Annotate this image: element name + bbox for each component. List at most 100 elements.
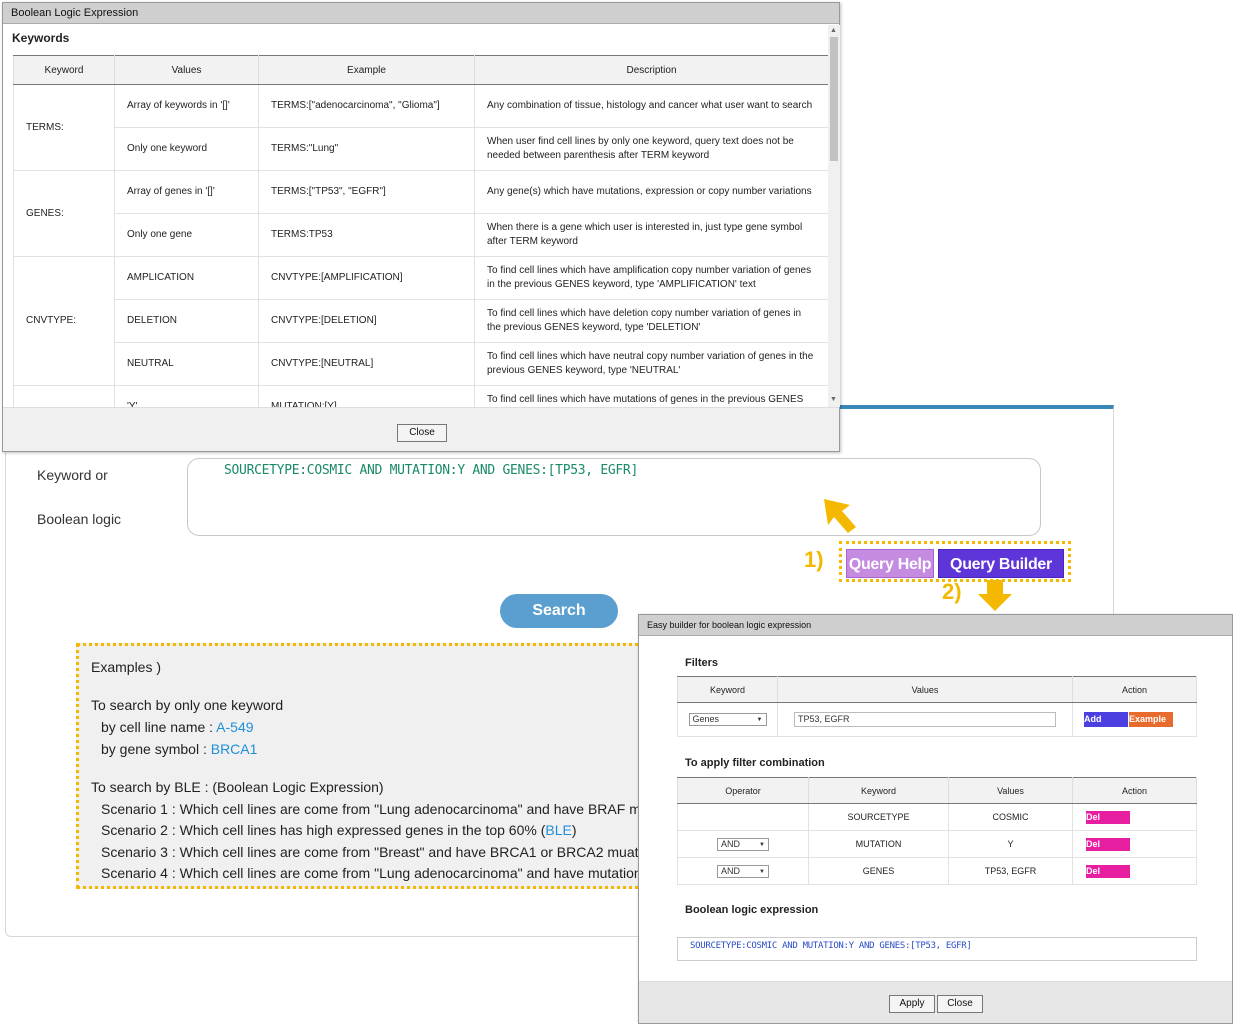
query-help-button[interactable]: Query Help [846, 549, 934, 578]
value-cell: Array of keywords in '[]' [114, 84, 259, 128]
combo-row: SOURCETYPE COSMIC Del [677, 803, 1197, 831]
col-keyword: Keyword [13, 55, 115, 85]
keyword-genes: GENES: [13, 170, 115, 257]
arrow-down-icon [978, 580, 1012, 611]
keywords-table: Keyword Values Example Description TERMS… [13, 55, 828, 407]
example-cell: CNVTYPE:[DELETION] [258, 299, 475, 343]
step-2-label: 2) [942, 579, 962, 604]
query-label-line2: Boolean logic [37, 511, 122, 527]
boolean-logic-help-dialog: Boolean Logic Expression Keywords Keywor… [2, 2, 840, 452]
scenario-3-text: Scenario 3 : Which cell lines are come f… [101, 844, 673, 860]
value-cell: AMPLICATION [114, 256, 259, 300]
value-cell: NEUTRAL [114, 342, 259, 386]
scenario-2-link[interactable]: BLE [545, 822, 571, 838]
table-row: Only one keyword TERMS:"Lung" When user … [14, 127, 828, 171]
operator-select[interactable]: AND [717, 837, 769, 851]
ble-heading: To search by BLE : (Boolean Logic Expres… [91, 779, 384, 795]
scenario-2-suffix: ) [571, 822, 577, 838]
filter-row: Genes TP53, EGFR AddExample [677, 702, 1197, 737]
cell-line-prefix: by cell line name : [101, 719, 217, 735]
combo-values: TP53, EGFR [948, 857, 1073, 885]
easy-builder-dialog: Easy builder for boolean logic expressio… [638, 614, 1233, 1024]
description-cell: When user find cell lines by only one ke… [474, 127, 828, 171]
keyword-mutation [13, 385, 115, 407]
arrow-up-icon [824, 499, 856, 533]
gene-link[interactable]: BRCA1 [211, 741, 258, 757]
combo-col-action: Action [1072, 777, 1197, 804]
combo-keyword: SOURCETYPE [808, 803, 949, 831]
example-cell: CNVTYPE:[AMPLIFICATION] [258, 256, 475, 300]
table-row: 'Y' MUTATION:[Y] To find cell lines whic… [13, 385, 828, 407]
ble-output-heading: Boolean logic expression [685, 904, 819, 916]
scenario-4[interactable]: Scenario 4 : Which cell lines are come f… [101, 865, 663, 881]
value-cell: Only one gene [114, 213, 259, 257]
search-button[interactable]: Search [500, 594, 618, 628]
scenario-3: Scenario 3 : Which cell lines are come f… [101, 844, 673, 860]
scroll-thumb[interactable] [830, 37, 838, 161]
col-example: Example [258, 55, 475, 85]
example-button[interactable]: Example [1129, 712, 1173, 727]
ble-output-field[interactable]: SOURCETYPE:COSMIC AND MUTATION:Y AND GEN… [677, 937, 1197, 961]
description-cell: Any gene(s) which have mutations, expres… [474, 170, 828, 214]
help-dialog-footer: Close [3, 407, 839, 451]
combo-operator-empty [677, 803, 809, 831]
description-cell: To find cell lines which have mutations … [474, 385, 828, 407]
combo-col-keyword: Keyword [808, 777, 949, 804]
add-button[interactable]: Add [1084, 712, 1128, 727]
combo-col-operator: Operator [677, 777, 809, 804]
col-values: Values [114, 55, 259, 85]
combo-values: COSMIC [948, 803, 1073, 831]
value-cell: Only one keyword [114, 127, 259, 171]
filters-heading: Filters [685, 657, 719, 669]
filter-keyword-select[interactable]: Genes [688, 713, 767, 726]
scroll-up-icon[interactable]: ▲ [830, 27, 837, 34]
description-cell: To find cell lines which have amplificat… [474, 256, 828, 300]
combo-col-values: Values [948, 777, 1073, 804]
col-description: Description [474, 55, 828, 85]
example-cell-line: by cell line name : A-549 [101, 719, 254, 735]
query-builder-button[interactable]: Query Builder [938, 549, 1064, 578]
scenario-2: Scenario 2 : Which cell lines has high e… [101, 822, 577, 838]
delete-button[interactable]: Del [1086, 837, 1130, 851]
example-cell: CNVTYPE:[NEUTRAL] [258, 342, 475, 386]
combo-row: AND MUTATION Y Del [677, 830, 1197, 858]
example-cell: TERMS:"Lung" [258, 127, 475, 171]
filter-col-action: Action [1072, 676, 1197, 703]
help-close-button[interactable]: Close [397, 424, 447, 442]
query-textarea[interactable]: SOURCETYPE:COSMIC AND MUTATION:Y AND GEN… [187, 458, 1041, 536]
builder-close-button[interactable]: Close [937, 995, 983, 1013]
help-buttons-group: Query Help Query Builder [839, 541, 1071, 582]
help-scrollbar[interactable]: ▲ ▼ [828, 25, 840, 407]
examples-box: Examples ) To search by only one keyword… [76, 643, 676, 889]
filter-values-input[interactable]: TP53, EGFR [794, 712, 1056, 727]
description-cell: To find cell lines which have neutral co… [474, 342, 828, 386]
filter-col-values: Values [777, 676, 1073, 703]
table-row: TERMS: Array of keywords in '[]' TERMS:[… [13, 84, 828, 171]
table-row: Only one gene TERMS:TP53 When there is a… [14, 213, 828, 257]
gene-prefix: by gene symbol : [101, 741, 211, 757]
apply-button[interactable]: Apply [889, 995, 935, 1013]
delete-button[interactable]: Del [1086, 810, 1130, 824]
scroll-down-icon[interactable]: ▼ [830, 396, 837, 403]
example-cell: TERMS:TP53 [258, 213, 475, 257]
step-1-label: 1) [804, 547, 824, 572]
scenario-1[interactable]: Scenario 1 : Which cell lines are come f… [101, 801, 671, 817]
examples-title: Examples ) [91, 659, 162, 675]
example-gene: by gene symbol : BRCA1 [101, 741, 257, 757]
delete-button[interactable]: Del [1086, 864, 1130, 878]
one-keyword-heading: To search by only one keyword [91, 697, 284, 713]
builder-dialog-title: Easy builder for boolean logic expressio… [639, 615, 1232, 636]
value-cell: Array of genes in '[]' [114, 170, 259, 214]
query-label-line1: Keyword or [37, 467, 108, 483]
combination-heading: To apply filter combination [685, 757, 825, 769]
example-cell: MUTATION:[Y] [258, 385, 475, 407]
description-cell: To find cell lines which have deletion c… [474, 299, 828, 343]
keyword-cnvtype: CNVTYPE: [13, 256, 115, 386]
operator-select[interactable]: AND [717, 864, 769, 878]
filter-col-keyword: Keyword [677, 676, 778, 703]
query-text: SOURCETYPE:COSMIC AND MUTATION:Y AND GEN… [224, 463, 638, 478]
example-cell: TERMS:["adenocarcinoma", "Glioma"] [258, 84, 475, 128]
cell-line-link[interactable]: A-549 [216, 719, 253, 735]
table-row: GENES: Array of genes in '[]' TERMS:["TP… [13, 170, 828, 257]
description-cell: When there is a gene which user is inter… [474, 213, 828, 257]
